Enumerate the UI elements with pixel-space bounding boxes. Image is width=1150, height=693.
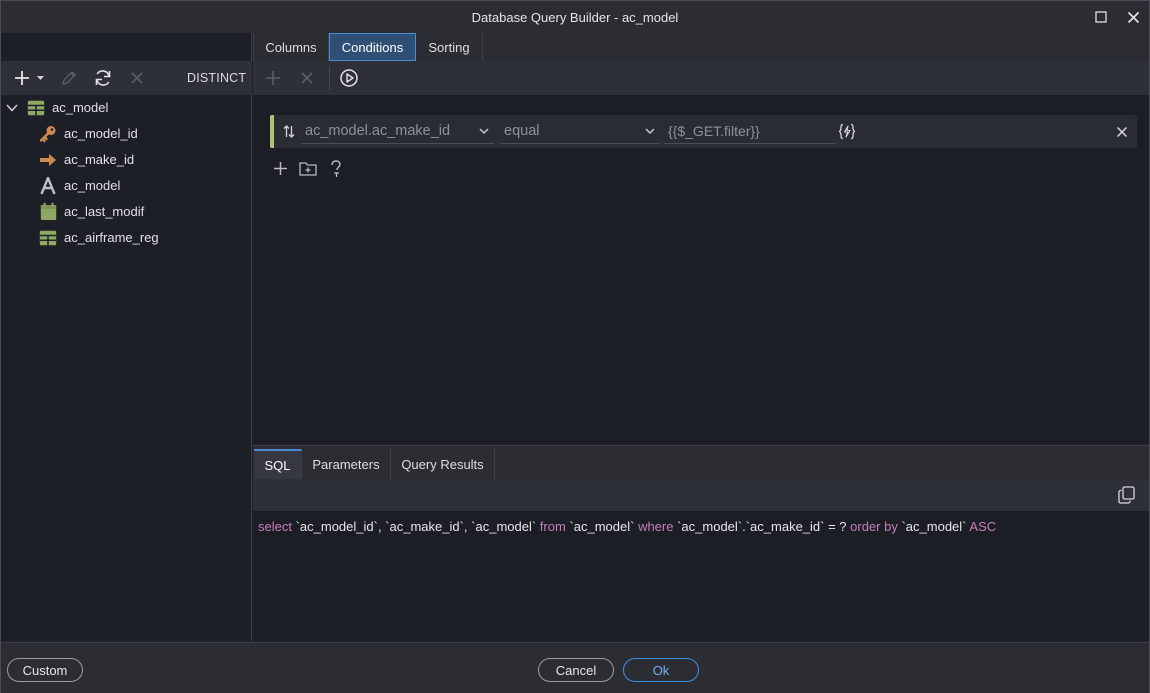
play-circle-icon	[340, 69, 358, 87]
main-tabs: Columns Conditions Sorting	[253, 33, 1149, 61]
conditions-toolbar	[253, 61, 1149, 95]
tree-column-ac_last_modif[interactable]: ac_last_modif	[1, 199, 252, 225]
add-condition-button[interactable]	[264, 68, 282, 88]
calendar-icon	[40, 202, 57, 220]
condition-row: ac_model.ac_make_id equal {{$_GET.filter…	[270, 115, 1137, 148]
table-icon	[39, 230, 57, 246]
tab-query-results[interactable]: Query Results	[391, 449, 495, 480]
foreign-key-arrow-icon	[40, 154, 56, 166]
cancel-button[interactable]: Cancel	[538, 658, 614, 682]
close-icon	[1127, 11, 1139, 23]
remove-condition-icon[interactable]	[1116, 126, 1128, 138]
ok-button[interactable]: Ok	[623, 658, 699, 682]
sql-keyword: ASC	[966, 519, 997, 534]
plus-icon	[266, 71, 280, 85]
condition-value-input[interactable]: {{$_GET.filter}}	[664, 119, 836, 144]
conditions-area: ac_model.ac_make_id equal {{$_GET.filter…	[253, 95, 1149, 444]
refresh-button[interactable]	[92, 68, 114, 88]
refresh-icon	[95, 70, 111, 86]
left-panel: DISTINCT ac_model ac_model_id ac_make_id…	[1, 33, 252, 641]
sql-identifier: `ac_model`.`ac_make_id` = ?	[677, 519, 847, 534]
sql-identifier: `ac_model_id`, `ac_make_id`, `ac_model`	[295, 519, 537, 534]
close-window-button[interactable]	[1122, 7, 1144, 27]
tree-column-label: ac_airframe_reg	[64, 230, 159, 245]
sql-keyword: select	[258, 519, 296, 534]
key-icon	[39, 126, 56, 143]
maximize-button[interactable]	[1090, 7, 1112, 27]
title-bar: Database Query Builder - ac_model	[1, 1, 1149, 33]
tree-column-label: ac_model_id	[64, 126, 138, 141]
sql-statement: select `ac_model_id`, `ac_make_id`, `ac_…	[258, 519, 996, 534]
tab-sql[interactable]: SQL	[254, 449, 302, 480]
tree-root-label: ac_model	[52, 100, 109, 115]
chevron-down-icon	[479, 128, 489, 135]
maximize-icon	[1095, 11, 1107, 23]
condition-operator-select[interactable]: equal	[500, 119, 660, 144]
add-group-folder-icon[interactable]	[299, 161, 317, 176]
tab-parameters[interactable]: Parameters	[302, 449, 391, 480]
edit-button[interactable]	[59, 68, 79, 88]
tree-column-label: ac_make_id	[64, 152, 135, 167]
condition-operator-value: equal	[504, 123, 540, 139]
sql-keyword: from	[536, 519, 570, 534]
add-button[interactable]	[13, 68, 45, 88]
sql-keyword: where	[634, 519, 678, 534]
tree-root-ac_model[interactable]: ac_model	[1, 95, 252, 121]
tree-column-label: ac_last_modif	[64, 204, 145, 219]
remove-condition-button[interactable]	[298, 68, 316, 88]
plus-icon[interactable]	[273, 161, 288, 176]
tab-columns[interactable]: Columns	[253, 33, 329, 61]
left-toolbar: DISTINCT	[1, 61, 252, 95]
close-icon	[131, 72, 143, 84]
copy-icon[interactable]	[1118, 486, 1135, 504]
text-type-icon	[40, 177, 56, 195]
toolbar-divider	[329, 66, 330, 90]
close-icon	[301, 72, 313, 84]
remove-button[interactable]	[128, 68, 146, 88]
sort-arrows-icon[interactable]	[283, 125, 295, 138]
dialog-footer: Custom Cancel Ok	[1, 642, 1149, 693]
tree-column-ac_make_id[interactable]: ac_make_id	[1, 147, 252, 173]
query-builder-window: Database Query Builder - ac_model DISTIN…	[0, 0, 1150, 693]
condition-value-text: {{$_GET.filter}}	[668, 123, 760, 139]
plus-icon	[15, 71, 44, 85]
sql-preview: select `ac_model_id`, `ac_make_id`, `ac_…	[253, 511, 1149, 641]
bottom-tabs: SQL Parameters Query Results	[253, 445, 1149, 480]
condition-field-select[interactable]: ac_model.ac_make_id	[301, 119, 494, 144]
run-query-button[interactable]	[339, 68, 359, 88]
tab-conditions[interactable]: Conditions	[329, 33, 416, 61]
tab-sorting[interactable]: Sorting	[416, 33, 483, 61]
help-icon[interactable]	[329, 160, 343, 178]
sql-toolbar	[253, 479, 1149, 511]
tree-column-label: ac_model	[64, 178, 121, 193]
sql-identifier: `ac_model`	[901, 519, 967, 534]
sql-keyword: order by	[846, 519, 902, 534]
table-icon	[27, 100, 45, 116]
chevron-down-icon	[645, 128, 655, 135]
chevron-down-icon[interactable]	[6, 103, 18, 113]
dynamic-data-picker-icon[interactable]	[838, 123, 856, 140]
tree-column-ac_model[interactable]: ac_model	[1, 173, 252, 199]
condition-field-value: ac_model.ac_make_id	[305, 123, 451, 139]
pencil-icon	[62, 71, 76, 85]
tree-column-ac_airframe_reg[interactable]: ac_airframe_reg	[1, 225, 252, 251]
custom-button[interactable]: Custom	[7, 658, 83, 682]
distinct-toggle[interactable]: DISTINCT	[187, 71, 246, 85]
window-title: Database Query Builder - ac_model	[471, 10, 679, 25]
sql-identifier: `ac_model`	[569, 519, 635, 534]
tree-column-ac_model_id[interactable]: ac_model_id	[1, 121, 252, 147]
